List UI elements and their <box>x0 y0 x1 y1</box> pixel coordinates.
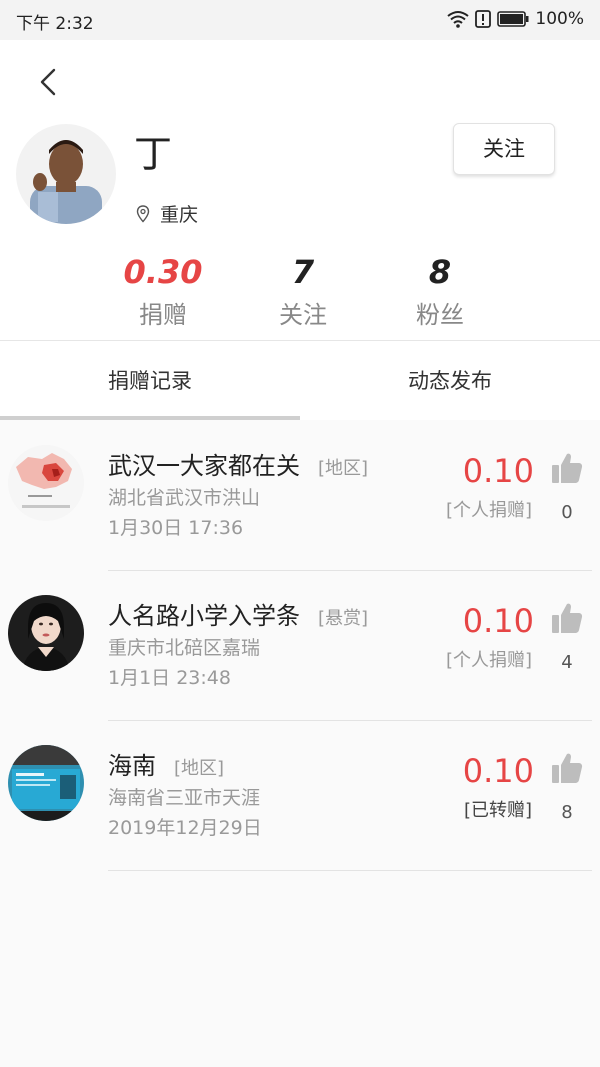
list-item[interactable]: 海南 [地区] 海南省三亚市天涯 2019年12月29日 0.10 [已转赠] 8 <box>0 721 600 871</box>
record-tag: [地区] <box>174 758 225 779</box>
record-title: 人名路小学入学条 [悬赏] <box>108 600 368 635</box>
tab-active-indicator <box>0 416 300 420</box>
status-bar: 下午 2:32 100% <box>0 0 600 40</box>
follow-button[interactable]: 关注 <box>453 123 555 175</box>
thumbs-up-icon[interactable] <box>550 601 584 635</box>
stat-followers-value: 8 <box>428 253 452 291</box>
location-text: 重庆 <box>160 204 199 226</box>
record-title: 海南 [地区] <box>108 750 224 785</box>
status-time: 下午 2:32 <box>16 14 94 34</box>
wifi-icon <box>447 11 470 28</box>
record-like-count: 4 <box>561 652 573 673</box>
record-amount: 0.10 <box>462 752 534 790</box>
record-address: 重庆市北碚区嘉瑞 <box>108 637 261 659</box>
list-item[interactable]: 人名路小学入学条 [悬赏] 重庆市北碚区嘉瑞 1月1日 23:48 0.10 [个… <box>0 571 600 721</box>
record-like-count: 0 <box>561 502 573 523</box>
location-pin-icon <box>136 204 150 223</box>
user-location: 重庆 <box>136 200 198 227</box>
thumbs-up-icon[interactable] <box>550 751 584 785</box>
stat-following-value: 7 <box>291 253 315 291</box>
list-item[interactable]: 武汉一大家都在关 [地区] 湖北省武汉市洪山 1月30日 17:36 0.10 [… <box>0 421 600 571</box>
record-tag: [悬赏] <box>318 608 369 629</box>
tab-bar: 捐赠记录 动态发布 <box>0 341 600 420</box>
record-thumbnail-portrait <box>8 595 84 671</box>
battery-percent: 100% <box>535 9 584 29</box>
tab-posts[interactable]: 动态发布 <box>300 341 600 420</box>
record-type: [个人捐赠] <box>445 500 532 521</box>
record-thumbnail-map <box>8 445 84 521</box>
stat-donations-value: 0.30 <box>123 253 203 291</box>
stat-following[interactable]: 7 关注 <box>248 252 358 334</box>
stat-donations[interactable]: 0.30 捐赠 <box>108 252 218 334</box>
status-icons: 100% <box>447 9 584 29</box>
back-arrow-icon[interactable] <box>30 62 70 102</box>
record-title-text: 海南 <box>108 752 156 780</box>
profile-header: 丁 重庆 关注 0.30 捐赠 7 关注 8 粉丝 <box>0 40 600 340</box>
record-title-text: 武汉一大家都在关 <box>108 452 300 480</box>
tab-donation-records[interactable]: 捐赠记录 <box>0 341 300 420</box>
record-type: [已转赠] <box>463 800 532 821</box>
record-address: 海南省三亚市天涯 <box>108 787 261 809</box>
battery-icon <box>497 11 529 27</box>
record-address: 湖北省武汉市洪山 <box>108 487 261 509</box>
user-avatar[interactable] <box>16 124 116 224</box>
stat-followers[interactable]: 8 粉丝 <box>385 252 495 334</box>
alert-icon <box>475 10 492 28</box>
record-type: [个人捐赠] <box>445 650 532 671</box>
record-date: 1月1日 23:48 <box>108 667 231 689</box>
stat-followers-label: 粉丝 <box>416 301 464 329</box>
stat-donations-label: 捐赠 <box>139 301 187 329</box>
record-date: 1月30日 17:36 <box>108 517 244 539</box>
thumbs-up-icon[interactable] <box>550 451 584 485</box>
record-amount: 0.10 <box>462 602 534 640</box>
record-date: 2019年12月29日 <box>108 817 262 839</box>
record-thumbnail-screen <box>8 745 84 821</box>
record-title: 武汉一大家都在关 [地区] <box>108 450 368 485</box>
stat-following-label: 关注 <box>279 301 327 329</box>
row-divider <box>108 870 592 871</box>
record-title-text: 人名路小学入学条 <box>108 602 300 630</box>
record-like-count: 8 <box>561 802 573 823</box>
record-tag: [地区] <box>318 458 369 479</box>
record-amount: 0.10 <box>462 452 534 490</box>
user-name: 丁 <box>134 132 173 176</box>
